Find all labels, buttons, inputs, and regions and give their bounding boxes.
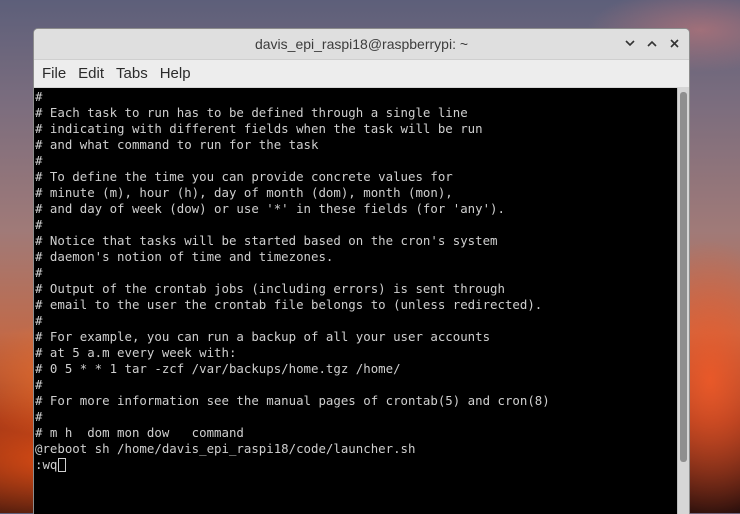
terminal-line: # bbox=[35, 409, 43, 424]
terminal-line: # and what command to run for the task bbox=[35, 137, 319, 152]
menu-help[interactable]: Help bbox=[154, 65, 197, 82]
text-cursor bbox=[58, 458, 67, 472]
terminal-line: # Output of the crontab jobs (including … bbox=[35, 281, 505, 296]
terminal-line: # To define the time you can provide con… bbox=[35, 169, 453, 184]
vertical-scrollbar[interactable] bbox=[677, 88, 689, 514]
command-line[interactable]: :wq bbox=[34, 457, 677, 473]
terminal-line: # minute (m), hour (h), day of month (do… bbox=[35, 185, 453, 200]
terminal-line: # Each task to run has to be defined thr… bbox=[35, 105, 468, 120]
title-bar[interactable]: davis_epi_raspi18@raspberrypi: ~ bbox=[34, 29, 689, 60]
terminal-line: # bbox=[35, 153, 43, 168]
command-text: :wq bbox=[35, 457, 58, 472]
terminal-line: # m h dom mon dow command bbox=[35, 425, 244, 440]
minimize-button[interactable] bbox=[621, 34, 639, 52]
terminal-line: # bbox=[35, 265, 43, 280]
terminal-line: # daemon's notion of time and timezones. bbox=[35, 249, 334, 264]
terminal-line: # Notice that tasks will be started base… bbox=[35, 233, 498, 248]
close-icon bbox=[669, 38, 679, 48]
terminal-line: # at 5 a.m every week with: bbox=[35, 345, 237, 360]
window-controls bbox=[621, 34, 683, 52]
terminal-window: davis_epi_raspi18@raspberrypi: ~ File Ed… bbox=[33, 28, 690, 514]
terminal-line: # bbox=[35, 313, 43, 328]
terminal-line: # For example, you can run a backup of a… bbox=[35, 329, 491, 344]
terminal-line: # bbox=[35, 89, 43, 104]
terminal-line: @reboot sh /home/davis_epi_raspi18/code/… bbox=[35, 441, 416, 456]
terminal-line: # indicating with different fields when … bbox=[35, 121, 483, 136]
close-button[interactable] bbox=[665, 34, 683, 52]
menu-tabs[interactable]: Tabs bbox=[110, 65, 154, 82]
scrollbar-thumb[interactable] bbox=[680, 92, 687, 462]
menu-file[interactable]: File bbox=[36, 65, 72, 82]
menu-edit[interactable]: Edit bbox=[72, 65, 110, 82]
menu-bar: File Edit Tabs Help bbox=[34, 60, 689, 88]
terminal-output[interactable]: # # Each task to run has to be defined t… bbox=[34, 88, 677, 514]
window-title: davis_epi_raspi18@raspberrypi: ~ bbox=[254, 36, 469, 52]
terminal-line: # email to the user the crontab file bel… bbox=[35, 297, 543, 312]
terminal-line: # bbox=[35, 217, 43, 232]
maximize-button[interactable] bbox=[643, 34, 661, 52]
terminal-line: # For more information see the manual pa… bbox=[35, 393, 550, 408]
chevron-down-icon bbox=[625, 39, 635, 46]
terminal-line: # and day of week (dow) or use '*' in th… bbox=[35, 201, 505, 216]
terminal-line: # 0 5 * * 1 tar -zcf /var/backups/home.t… bbox=[35, 361, 401, 376]
chevron-up-icon bbox=[647, 40, 657, 47]
terminal-line: # bbox=[35, 377, 43, 392]
